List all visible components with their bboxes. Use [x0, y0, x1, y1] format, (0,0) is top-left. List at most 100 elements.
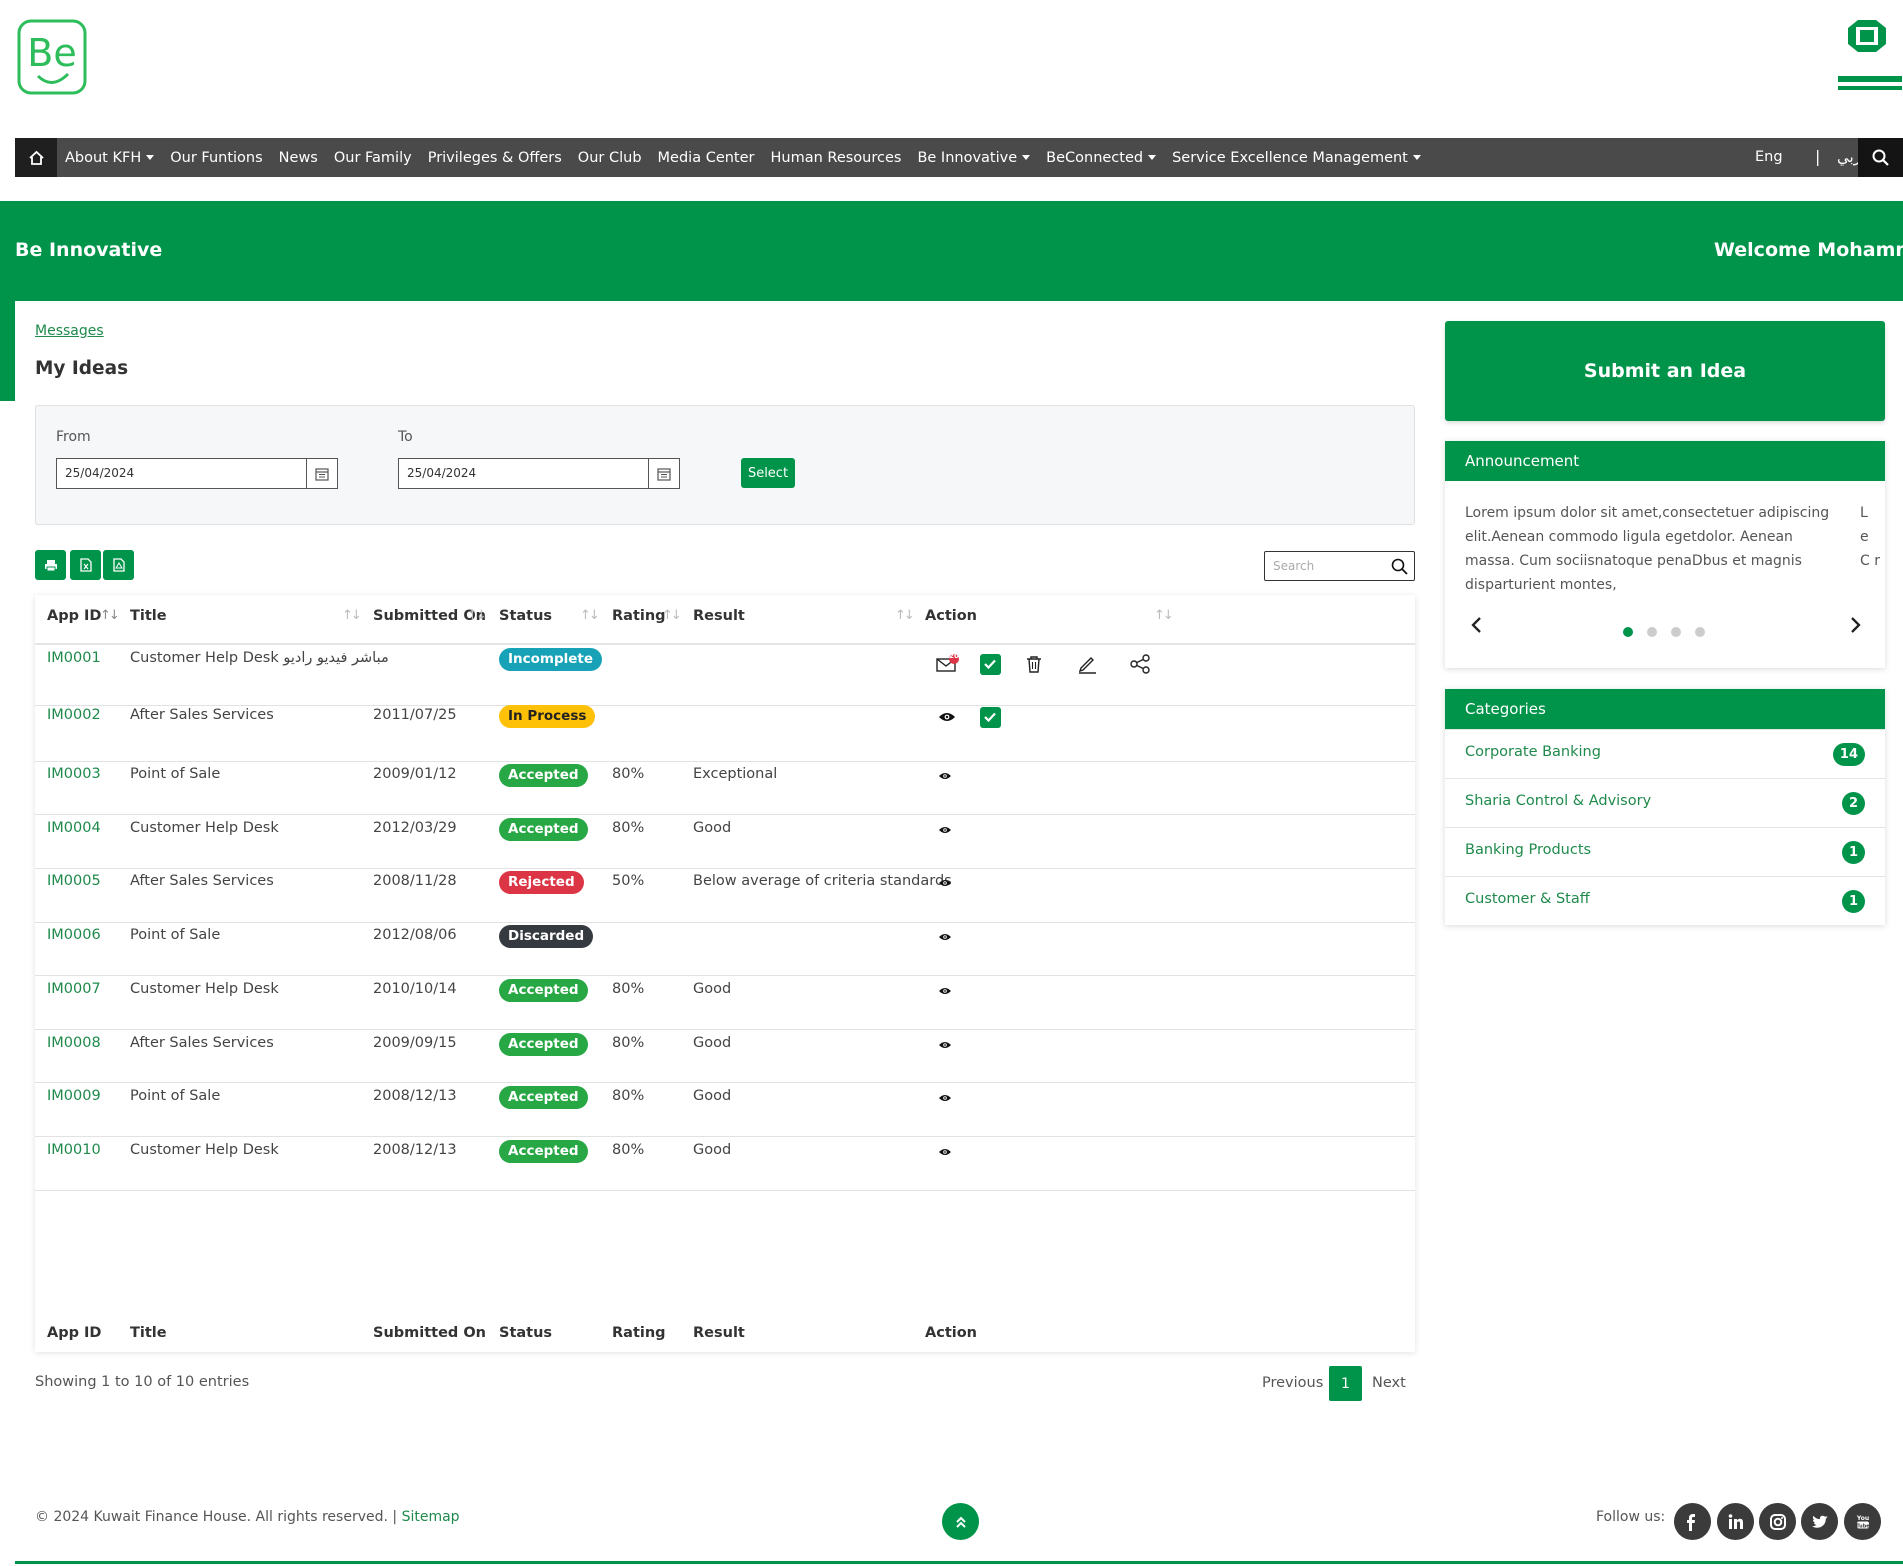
lang-english-link[interactable]: Eng	[1755, 138, 1783, 177]
sort-icon[interactable]: ↑↓	[467, 608, 487, 623]
eye-icon	[939, 880, 951, 886]
view-button[interactable]	[933, 818, 957, 842]
sitemap-link[interactable]: Sitemap	[402, 1509, 460, 1525]
category-item[interactable]: Banking Products 1	[1445, 827, 1885, 876]
view-button[interactable]	[933, 925, 957, 949]
carousel-dot[interactable]	[1671, 627, 1681, 637]
page-banner: Be Innovative Welcome Mohammad	[0, 201, 1903, 301]
column-header[interactable]: Action	[925, 608, 977, 624]
view-button[interactable]	[935, 705, 959, 729]
nav-item-be-innovative[interactable]: Be Innovative	[917, 150, 1031, 166]
nav-item-our-funtions[interactable]: Our Funtions	[170, 150, 262, 166]
message-button[interactable]: 20	[935, 652, 959, 676]
column-header[interactable]: Result	[693, 608, 745, 624]
carousel-dots	[1623, 627, 1719, 637]
nav-item-news[interactable]: News	[279, 150, 318, 166]
instagram-link[interactable]	[1759, 1503, 1796, 1540]
to-calendar-button[interactable]	[648, 459, 679, 488]
result-cell: Exceptional	[693, 766, 778, 782]
nav-item-privileges-offers[interactable]: Privileges & Offers	[428, 150, 562, 166]
youtube-link[interactable]: You Tube	[1844, 1503, 1881, 1540]
footer-column-header: Result	[693, 1325, 745, 1341]
column-header[interactable]: Rating	[612, 608, 666, 624]
share-button[interactable]	[1128, 652, 1152, 676]
view-button[interactable]	[933, 871, 957, 895]
approve-checkbox[interactable]	[978, 705, 1002, 729]
chevron-left-icon[interactable]	[1470, 616, 1482, 634]
app-id-link[interactable]: IM0003	[47, 766, 101, 782]
nav-search-button[interactable]	[1858, 138, 1903, 177]
nav-item-label: Our Family	[333, 149, 412, 166]
app-id-link[interactable]: IM0005	[47, 873, 101, 889]
from-calendar-button[interactable]	[306, 459, 337, 488]
nav-item-beconnected[interactable]: BeConnected	[1046, 150, 1157, 166]
sort-icon[interactable]: ↑↓	[1154, 608, 1174, 623]
view-button[interactable]	[933, 979, 957, 1003]
be-logo[interactable]: Be	[16, 18, 88, 96]
app-id-link[interactable]: IM0001	[47, 650, 101, 666]
pagination-next[interactable]: Next	[1372, 1375, 1406, 1391]
home-button[interactable]	[15, 138, 57, 177]
app-id-link[interactable]: IM0002	[47, 707, 101, 723]
pagination-page-1[interactable]: 1	[1329, 1366, 1362, 1401]
footer-column-header: Title	[130, 1325, 167, 1341]
export-pdf-button[interactable]	[103, 550, 134, 580]
nav-item-our-family[interactable]: Our Family	[334, 150, 412, 166]
print-button[interactable]	[35, 550, 66, 580]
chevron-right-icon[interactable]	[1850, 616, 1862, 634]
nav-item-about-kfh[interactable]: About KFH	[65, 150, 155, 166]
submitted-on-cell: 2012/03/29	[373, 820, 457, 836]
from-date-input[interactable]: 25/04/2024	[56, 458, 338, 489]
table-search-input[interactable]: Search	[1264, 551, 1415, 581]
breadcrumb-messages-link[interactable]: Messages	[35, 323, 104, 339]
pagination-previous[interactable]: Previous	[1262, 1375, 1323, 1391]
sort-icon[interactable]: ↑↓	[100, 608, 120, 623]
nav-item-human-resources[interactable]: Human Resources	[771, 150, 902, 166]
back-to-top-button[interactable]	[942, 1503, 979, 1540]
column-header[interactable]: App ID	[47, 608, 101, 624]
app-id-link[interactable]: IM0009	[47, 1088, 101, 1104]
twitter-link[interactable]	[1801, 1503, 1838, 1540]
category-item[interactable]: Customer & Staff 1	[1445, 876, 1885, 925]
approve-checkbox[interactable]	[978, 652, 1002, 676]
facebook-link[interactable]	[1674, 1503, 1711, 1540]
sort-icon[interactable]: ↑↓	[342, 608, 362, 623]
announcement-next-peek: L e C r	[1860, 505, 1880, 569]
categories-title: Categories	[1445, 689, 1885, 729]
column-header[interactable]: Title	[130, 608, 167, 624]
view-button[interactable]	[933, 764, 957, 788]
app-id-link[interactable]: IM0008	[47, 1035, 101, 1051]
sort-icon[interactable]: ↑↓	[662, 608, 682, 623]
carousel-dot[interactable]	[1647, 627, 1657, 637]
nav-item-media-center[interactable]: Media Center	[658, 150, 755, 166]
category-item[interactable]: Corporate Banking 14	[1445, 729, 1885, 778]
submitted-on-cell: 2008/11/28	[373, 873, 457, 889]
submit-idea-button[interactable]: Submit an Idea	[1445, 321, 1885, 421]
result-cell: Good	[693, 1142, 732, 1158]
carousel-dot[interactable]	[1695, 627, 1705, 637]
app-id-link[interactable]: IM0007	[47, 981, 101, 997]
app-id-link[interactable]: IM0004	[47, 820, 101, 836]
sort-icon[interactable]: ↑↓	[895, 608, 915, 623]
to-date-input[interactable]: 25/04/2024	[398, 458, 680, 489]
edit-button[interactable]	[1075, 652, 1099, 676]
linkedin-link[interactable]	[1717, 1503, 1754, 1540]
nav-item-service-excellence-management[interactable]: Service Excellence Management	[1172, 150, 1421, 166]
row-divider	[35, 705, 1415, 706]
sort-icon[interactable]: ↑↓	[580, 608, 600, 623]
view-button[interactable]	[933, 1140, 957, 1164]
app-id-link[interactable]: IM0006	[47, 927, 101, 943]
kfh-logo[interactable]	[1830, 18, 1903, 98]
delete-button[interactable]	[1022, 652, 1046, 676]
view-button[interactable]	[933, 1086, 957, 1110]
column-header[interactable]: Status	[499, 608, 552, 624]
select-button[interactable]: Select	[741, 458, 795, 488]
title-cell: Customer Help Desk	[130, 981, 279, 997]
view-button[interactable]	[933, 1033, 957, 1057]
category-item[interactable]: Sharia Control & Advisory 2	[1445, 778, 1885, 827]
carousel-dot[interactable]	[1623, 627, 1633, 637]
app-id-link[interactable]: IM0010	[47, 1142, 101, 1158]
export-excel-button[interactable]	[70, 550, 101, 580]
twitter-icon	[1811, 1515, 1828, 1528]
nav-item-our-club[interactable]: Our Club	[578, 150, 642, 166]
